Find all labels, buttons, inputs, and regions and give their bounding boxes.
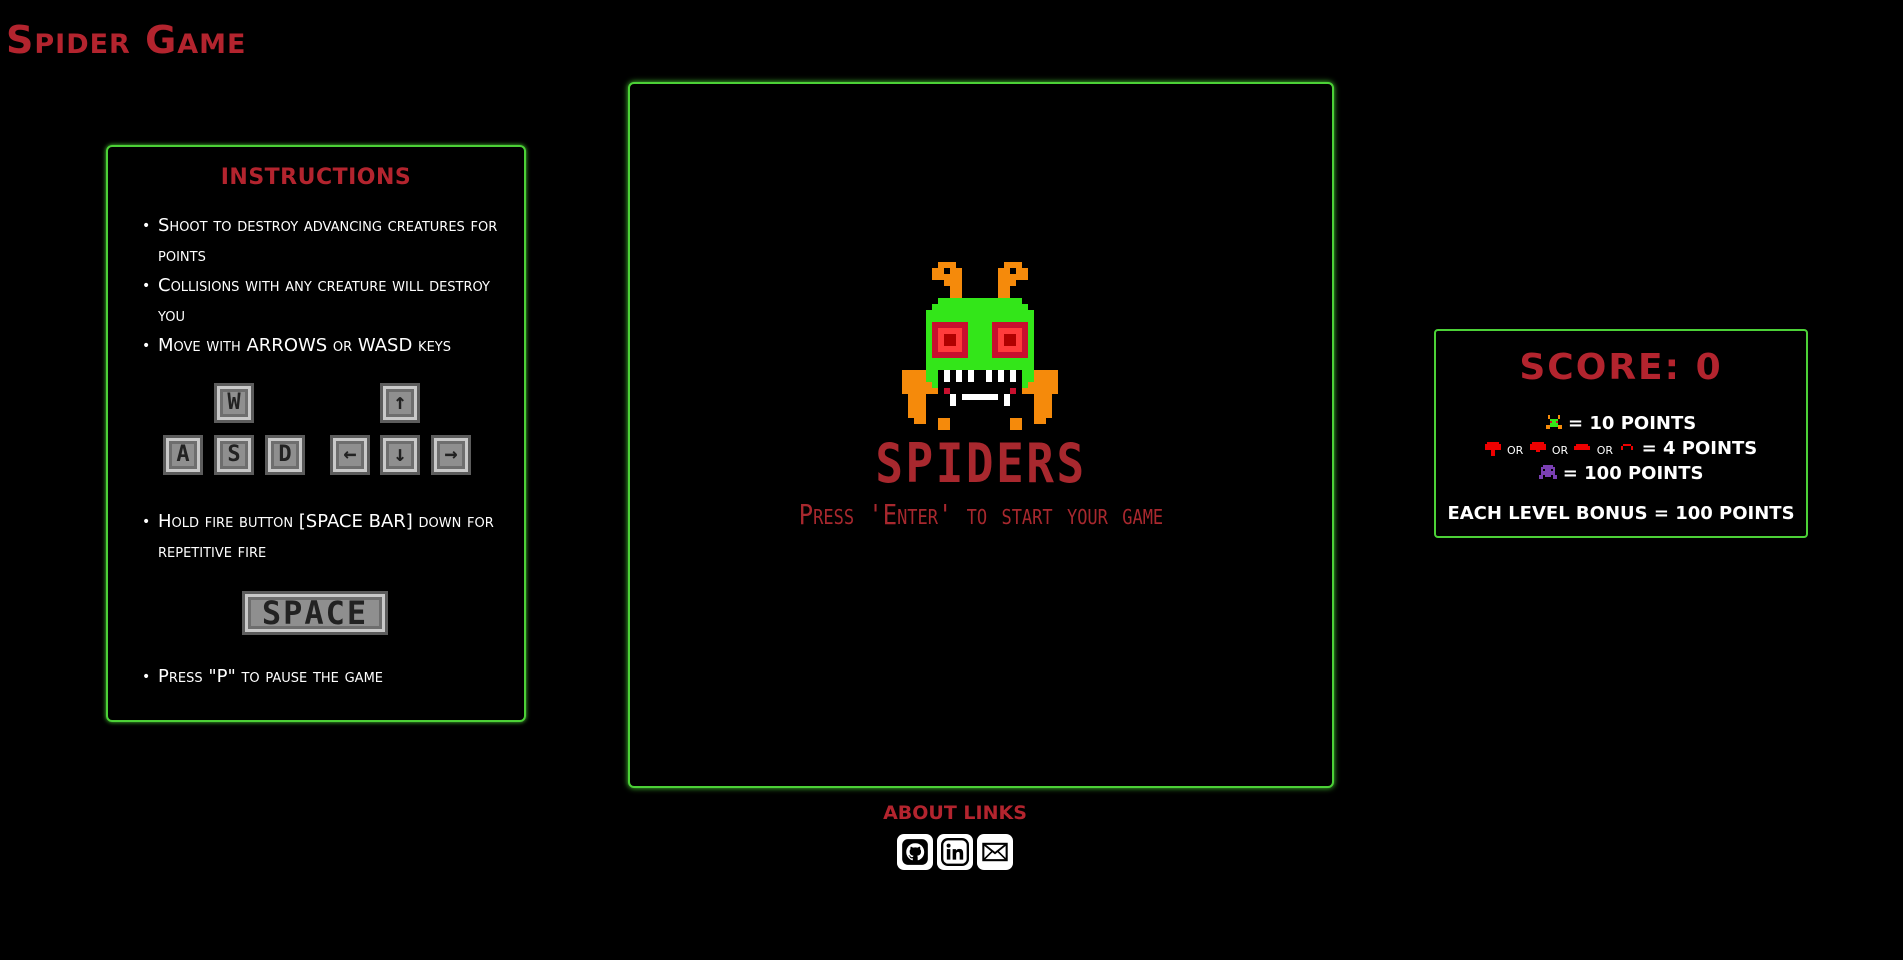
email-link[interactable] <box>977 834 1013 870</box>
mushroom-arc-icon <box>1621 444 1634 450</box>
mushroom-half-icon <box>1574 444 1591 450</box>
page-title: Spider Game <box>6 18 247 62</box>
key-w: W <box>214 383 254 423</box>
instructions-panel: INSTRUCTIONS Shoot to destroy advancing … <box>106 145 526 722</box>
key-arrow-up: ↑ <box>380 383 420 423</box>
github-link[interactable] <box>897 834 933 870</box>
level-bonus-text: EACH LEVEL BONUS = 100 POINTS <box>1447 503 1795 524</box>
alien-points-text: = 100 POINTS <box>1562 463 1704 484</box>
about-links-title: ABOUT LINKS <box>883 802 1027 824</box>
mushroom-points-line: or or or = 4 POINTS <box>1436 438 1806 459</box>
or-text: or <box>1507 440 1524 458</box>
spider-monster-icon <box>902 262 1058 430</box>
linkedin-link[interactable] <box>937 834 973 870</box>
mushroom-damaged-icon <box>1529 442 1546 452</box>
key-space: SPACE <box>242 591 388 635</box>
key-d: D <box>265 435 305 475</box>
key-arrow-down: ↓ <box>380 435 420 475</box>
game-canvas[interactable]: SPIDERS Press 'Enter' to start your game <box>628 82 1334 788</box>
or-text: or <box>1551 440 1569 458</box>
instruction-item: Shoot to destroy advancing creatures for… <box>142 211 518 271</box>
alien-points-line: = 100 POINTS <box>1436 463 1806 484</box>
spider-icon <box>1545 415 1562 429</box>
about-links <box>897 834 1013 870</box>
key-s: S <box>214 435 254 475</box>
score-display: SCORE: 0 <box>1519 347 1723 388</box>
score-panel: SCORE: 0 = 10 POINTS or or or = 4 POINTS <box>1434 329 1808 538</box>
instruction-item: Move with ARROWS or WASD keys <box>142 331 518 361</box>
linkedin-icon <box>941 838 969 866</box>
spider-points-line: = 10 POINTS <box>1436 413 1806 434</box>
or-text: or <box>1596 440 1614 458</box>
instruction-item: Collisions with any creature will destro… <box>142 271 518 331</box>
instruction-item: Hold fire button [SPACE BAR] down for re… <box>142 507 518 567</box>
spider-points-text: = 10 POINTS <box>1568 413 1697 434</box>
email-icon <box>982 842 1008 862</box>
instructions-heading: INSTRUCTIONS <box>220 165 412 190</box>
game-logo-title: SPIDERS <box>875 432 1087 495</box>
mushroom-points-text: = 4 POINTS <box>1641 438 1758 459</box>
key-arrow-left: ← <box>330 435 370 475</box>
start-prompt: Press 'Enter' to start your game <box>798 498 1164 531</box>
mushroom-full-icon <box>1484 442 1501 456</box>
key-a: A <box>163 435 203 475</box>
alien-icon <box>1538 465 1557 479</box>
instruction-item: Press "P" to pause the game <box>142 662 518 692</box>
key-arrow-right: → <box>431 435 471 475</box>
github-icon <box>902 839 928 865</box>
